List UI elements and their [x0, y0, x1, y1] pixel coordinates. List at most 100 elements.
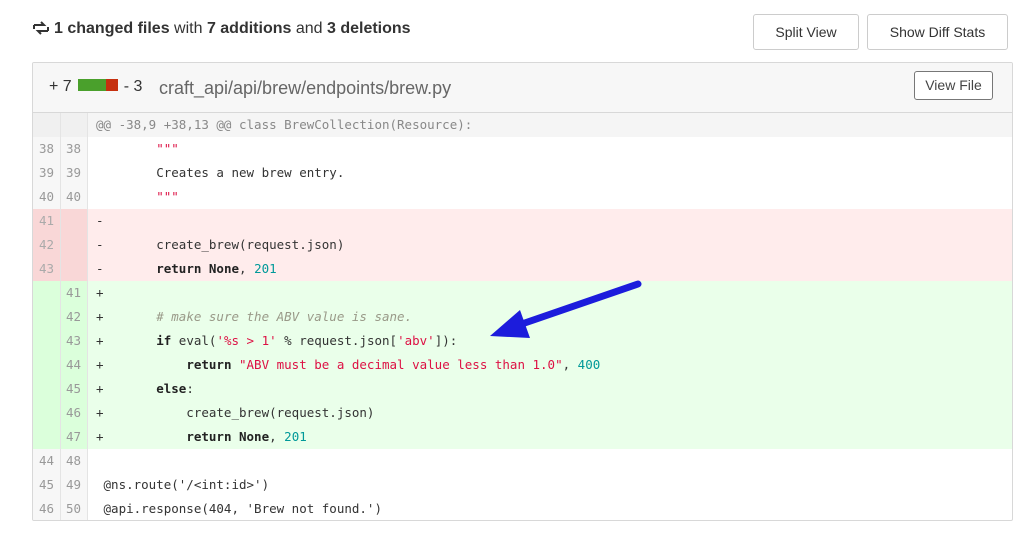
new-line-number[interactable]: 43: [60, 329, 87, 353]
code-token: ,: [269, 429, 285, 444]
diff-line-del: 42 - create_brew(request.json): [33, 233, 1012, 257]
old-line-number[interactable]: 44: [33, 449, 60, 473]
annotation-arrow: [490, 280, 642, 338]
old-line-number[interactable]: [33, 329, 60, 353]
diff-line-add: 45 + else:: [33, 377, 1012, 401]
old-line-number[interactable]: [33, 401, 60, 425]
new-line-number[interactable]: 47: [60, 425, 87, 449]
file-header: + 7 - 3 craft_api/api/brew/endpoints/brew…: [33, 63, 1012, 113]
old-line-number[interactable]: 46: [33, 497, 60, 520]
new-line-number[interactable]: 42: [60, 305, 87, 329]
new-line-number[interactable]: 44: [60, 353, 87, 377]
file-stats: + 7 - 3: [49, 78, 142, 96]
code-token: - create_brew(request.json): [96, 237, 345, 252]
diff-line-ctx: 44 48: [33, 449, 1012, 473]
new-line-number[interactable]: 48: [60, 449, 87, 473]
file-additions: + 7: [49, 78, 72, 95]
code-token: eval(: [171, 333, 217, 348]
code-token: return: [186, 357, 232, 372]
old-line-number[interactable]: [33, 353, 60, 377]
code-token: '%s > 1': [216, 333, 277, 348]
diff-line-add: 47 + return None, 201: [33, 425, 1012, 449]
show-diff-stats-button[interactable]: Show Diff Stats: [867, 14, 1008, 50]
diff-line-ctx: 40 40 """: [33, 185, 1012, 209]
code-line: - create_brew(request.json): [87, 233, 1012, 257]
code-token: +: [96, 357, 187, 372]
new-line-number[interactable]: 38: [60, 137, 87, 161]
code-token: else: [156, 381, 187, 396]
old-line-number[interactable]: [33, 305, 60, 329]
added-bar: [77, 79, 106, 91]
changed-files-count: 1 changed files: [54, 20, 170, 37]
old-line-number[interactable]: 43: [33, 257, 60, 281]
code-token: @api.response(404, 'Brew not found.'): [96, 501, 382, 516]
new-line-number[interactable]: 40: [60, 185, 87, 209]
code-token: +: [96, 381, 157, 396]
code-token: :: [186, 381, 194, 396]
old-line-number[interactable]: [33, 281, 60, 305]
summary-with: with: [169, 20, 207, 37]
code-line: @api.response(404, 'Brew not found.'): [87, 497, 1012, 520]
code-line: @ns.route('/<int:id>'): [87, 473, 1012, 497]
old-line-number[interactable]: 45: [33, 473, 60, 497]
code-line: -: [87, 209, 1012, 233]
code-line: + else:: [87, 377, 1012, 401]
deletions-count: 3 deletions: [326, 20, 411, 37]
code-token: -: [96, 213, 104, 228]
hunk-old-gutter: [33, 113, 60, 137]
view-file-button[interactable]: View File: [914, 71, 993, 100]
code-line: """: [87, 137, 1012, 161]
old-line-number[interactable]: 41: [33, 209, 60, 233]
old-line-number[interactable]: 39: [33, 161, 60, 185]
sync-icon: [32, 21, 50, 40]
old-line-number[interactable]: 40: [33, 185, 60, 209]
code-token: return: [156, 261, 202, 276]
code-token: 201: [284, 429, 307, 444]
code-token: return: [186, 429, 232, 444]
code-token: % request.json[: [276, 333, 398, 348]
new-line-number[interactable]: 45: [60, 377, 87, 401]
new-line-number[interactable]: [60, 209, 87, 233]
file-path[interactable]: craft_api/api/brew/endpoints/brew.py: [159, 78, 451, 99]
code-line: + return None, 201: [87, 425, 1012, 449]
old-line-number[interactable]: [33, 425, 60, 449]
diff-summary: 1 changed files with 7 additions and 3 d…: [32, 20, 411, 40]
hunk-text: @@ -38,9 +38,13 @@ class BrewCollection(…: [87, 113, 1012, 137]
new-line-number[interactable]: 49: [60, 473, 87, 497]
diff-line-del: 41 -: [33, 209, 1012, 233]
code-token: @ns.route('/<int:id>'): [96, 477, 270, 492]
new-line-number[interactable]: 39: [60, 161, 87, 185]
new-line-number[interactable]: [60, 257, 87, 281]
deleted-bar: [105, 79, 118, 91]
code-token: 400: [577, 357, 601, 372]
old-line-number[interactable]: [33, 377, 60, 401]
diff-line-ctx: 45 49 @ns.route('/<int:id>'): [33, 473, 1012, 497]
code-token: "ABV must be a decimal value less than 1…: [239, 357, 563, 372]
code-token: None: [239, 429, 270, 444]
diff-line-ctx: 38 38 """: [33, 137, 1012, 161]
old-line-number[interactable]: 42: [33, 233, 60, 257]
hunk-header: @@ -38,9 +38,13 @@ class BrewCollection(…: [33, 113, 1012, 137]
code-line: + create_brew(request.json): [87, 401, 1012, 425]
hunk-new-gutter: [60, 113, 87, 137]
code-token: Creates a new brew entry.: [96, 165, 345, 180]
code-token: 201: [254, 261, 277, 276]
code-token: """: [156, 141, 179, 156]
new-line-number[interactable]: 41: [60, 281, 87, 305]
new-line-number[interactable]: 46: [60, 401, 87, 425]
code-token: """: [156, 189, 179, 204]
new-line-number[interactable]: 50: [60, 497, 87, 520]
code-token: ]):: [434, 333, 458, 348]
old-line-number[interactable]: 38: [33, 137, 60, 161]
code-token: + create_brew(request.json): [96, 405, 375, 420]
code-token: 'abv': [397, 333, 435, 348]
new-line-number[interactable]: [60, 233, 87, 257]
code-line: [87, 449, 1012, 473]
split-view-button[interactable]: Split View: [753, 14, 859, 50]
diff-line-add: 46 + create_brew(request.json): [33, 401, 1012, 425]
diff-line-ctx: 46 50 @api.response(404, 'Brew not found.…: [33, 497, 1012, 520]
